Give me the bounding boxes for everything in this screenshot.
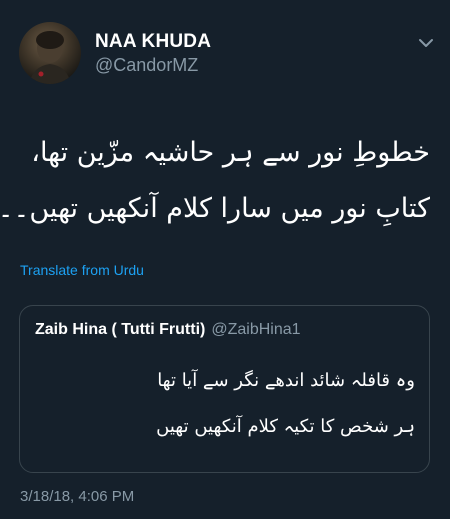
quoted-line-1: وہ قافلہ شائد اندھے نگر سے آیا تھا <box>157 370 415 391</box>
quoted-tweet-text: وہ قافلہ شائد اندھے نگر سے آیا تھا ہر شخ… <box>35 358 415 450</box>
tweet-text: خطوطِ نور سے ہر حاشیہ مزّین تھا، کتابِ ن… <box>0 125 430 237</box>
quoted-tweet-header: Zaib Hina ( Tutti Frutti) @ZaibHina1 <box>35 321 301 339</box>
tweet-card: NAA KHUDA @CandorMZ خطوطِ نور سے ہر حاشی… <box>0 0 450 519</box>
author-display-name[interactable]: NAA KHUDA <box>95 31 211 53</box>
quoted-tweet[interactable]: Zaib Hina ( Tutti Frutti) @ZaibHina1 وہ ق… <box>19 305 430 473</box>
avatar[interactable] <box>19 22 81 84</box>
tweet-line-1: خطوطِ نور سے ہر حاشیہ مزّین تھا، <box>31 137 430 168</box>
tweet-timestamp[interactable]: 3/18/18, 4:06 PM <box>20 488 134 505</box>
quoted-author-handle[interactable]: @ZaibHina1 <box>211 321 300 338</box>
profile-photo-icon <box>29 31 71 84</box>
tweet-line-2: کتابِ نور میں سارا کلام آنکھیں تھیں۔۔ <box>0 193 430 224</box>
quoted-line-2: ہر شخص کا تکیہ کلام آنکھیں تھیں <box>156 416 415 437</box>
quoted-author-name[interactable]: Zaib Hina ( Tutti Frutti) <box>35 321 205 338</box>
author-handle[interactable]: @CandorMZ <box>95 55 198 76</box>
translate-link[interactable]: Translate from Urdu <box>20 262 144 278</box>
chevron-down-icon[interactable] <box>418 34 434 47</box>
